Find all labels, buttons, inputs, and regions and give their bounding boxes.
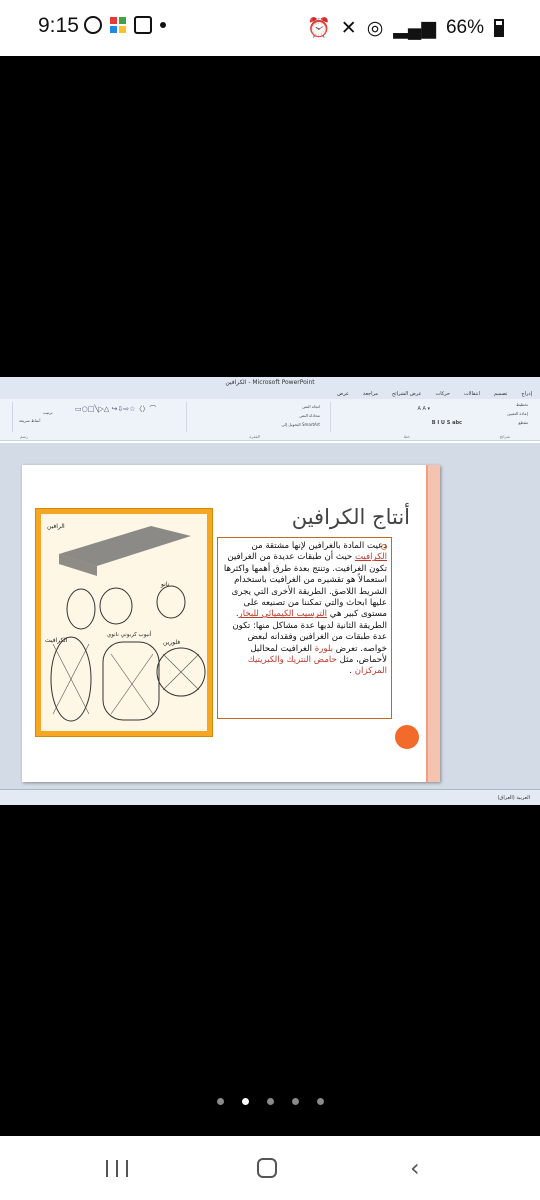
image-content: الرافين نانو فلورين أنبوب كربوني نانوي ا… (41, 514, 207, 731)
tab-review[interactable]: مراجعة (363, 389, 378, 399)
status-time: 9:15 (38, 14, 79, 37)
ribbon: تخطيط إعادة التعيين مقطع شرائح A A ▾ B I… (0, 399, 540, 441)
pager-dot[interactable] (216, 1098, 224, 1105)
paragraph-group-label: الفقرة (249, 434, 260, 439)
signal-icon: ▂▄▆ (393, 17, 436, 39)
bold-italic-underline[interactable]: B I U S abc (432, 420, 462, 426)
label-graphite: الكرافيت (45, 637, 68, 644)
allotropes-illustration: الرافين نانو فلورين أنبوب كربوني نانوي ا… (45, 523, 206, 722)
slide-body-text[interactable]: دعيت المادة بالغرافين لإنها مشتقة من الك… (217, 537, 392, 719)
slide-decoration (426, 465, 440, 782)
notification-icons (84, 16, 166, 34)
body-segment-0: دعيت المادة بالغرافين لإنها مشتقة من (251, 541, 387, 551)
status-right: ⏰ ✕ ◎ ▂▄▆ 66% (307, 16, 504, 40)
tab-view[interactable]: عرض (337, 389, 349, 399)
tab-transitions[interactable]: انتقالات (464, 389, 480, 399)
alarm-icon: ⏰ (307, 18, 331, 39)
whatsapp-icon (84, 16, 102, 34)
label-fullerene: فلورين (163, 639, 180, 646)
paragraph-group: اتجاه النص محاذاة النص التحويل إلى Smart… (186, 402, 326, 432)
tab-animations[interactable]: حركات (436, 389, 450, 399)
quick-styles-button[interactable]: أنماط سريعة (19, 418, 40, 423)
home-icon[interactable] (257, 1158, 277, 1178)
slide-canvas[interactable]: أنتاج الكرافين الرافين نانو فلورين أنبوب… (22, 465, 440, 782)
font-group-label: خط (403, 434, 410, 439)
back-icon[interactable]: ‹ (410, 1156, 420, 1180)
slides-group-label: شرائح (499, 434, 510, 439)
orange-decoration-dot (395, 725, 419, 749)
label-nano: نانو (160, 581, 170, 588)
layout-button[interactable]: تخطيط (516, 402, 528, 407)
pager-dot-active[interactable] (241, 1098, 249, 1105)
battery-icon (494, 19, 504, 37)
ppt-statusbar: العربية (العراق) (0, 789, 540, 805)
drawing-group: ▭○□╲▷△ ↪⇩⇨☆〈〉⌒ ترتيب أنماط سريعة (12, 402, 182, 432)
body-segment-crystal: بلورة (314, 643, 334, 654)
tab-design[interactable]: تصميم (494, 389, 507, 399)
slides-group: تخطيط إعادة التعيين مقطع (474, 402, 532, 432)
text-direction-button[interactable]: اتجاه النص (302, 404, 320, 409)
section-button[interactable]: مقطع (518, 420, 528, 425)
shapes-gallery[interactable]: ▭○□╲▷△ ↪⇩⇨☆〈〉⌒ (75, 404, 156, 414)
wifi-icon: ◎ (366, 17, 384, 39)
drawing-group-label: رسم (20, 434, 28, 439)
more-dot-icon (160, 22, 166, 28)
navigation-bar: ‹ (0, 1136, 540, 1200)
arrange-button[interactable]: ترتيب (43, 410, 53, 415)
align-text-button[interactable]: محاذاة النص (299, 413, 320, 418)
label-graphene: الرافين (47, 523, 65, 530)
image-icon (134, 16, 152, 34)
mute-icon: ✕ (340, 17, 357, 39)
image-pager (0, 1098, 540, 1105)
pager-dot[interactable] (291, 1098, 299, 1105)
battery-percent: 66% (445, 17, 484, 38)
status-bar: 9:15 ⏰ ✕ ◎ ▂▄▆ 66% (0, 0, 540, 56)
pager-dot[interactable] (266, 1098, 274, 1105)
body-segment-cvd: الترسيب الكيميائي للبخار (238, 609, 328, 620)
language-indicator[interactable]: العربية (العراق) (497, 795, 530, 801)
body-segment-graphite: الكرافيت (354, 552, 387, 563)
font-group: A A ▾ B I U S abc (330, 402, 470, 432)
pager-dot[interactable] (316, 1098, 324, 1105)
tab-insert[interactable]: إدراج (521, 389, 532, 399)
carbon-allotropes-image[interactable]: الرافين نانو فلورين أنبوب كربوني نانوي ا… (35, 508, 213, 737)
window-title: الكرافين - Microsoft PowerPoint (0, 377, 540, 389)
ribbon-tabs: إدراج تصميم انتقالات حركات عرض الشرائح م… (0, 389, 540, 399)
slide-title[interactable]: أنتاج الكرافين (242, 505, 410, 529)
reset-button[interactable]: إعادة التعيين (507, 411, 528, 416)
font-size-box[interactable]: A A ▾ (417, 406, 430, 412)
app-grid-icon (110, 17, 126, 33)
slide-workspace: أنتاج الكرافين الرافين نانو فلورين أنبوب… (0, 443, 540, 789)
smartart-button[interactable]: التحويل إلى SmartArt (281, 422, 320, 427)
label-nanotube: أنبوب كربوني نانوي (107, 630, 152, 638)
tab-slideshow[interactable]: عرض الشرائح (392, 389, 422, 399)
recent-apps-icon[interactable] (106, 1160, 128, 1177)
powerpoint-window: الكرافين - Microsoft PowerPoint إدراج تص… (0, 377, 540, 805)
